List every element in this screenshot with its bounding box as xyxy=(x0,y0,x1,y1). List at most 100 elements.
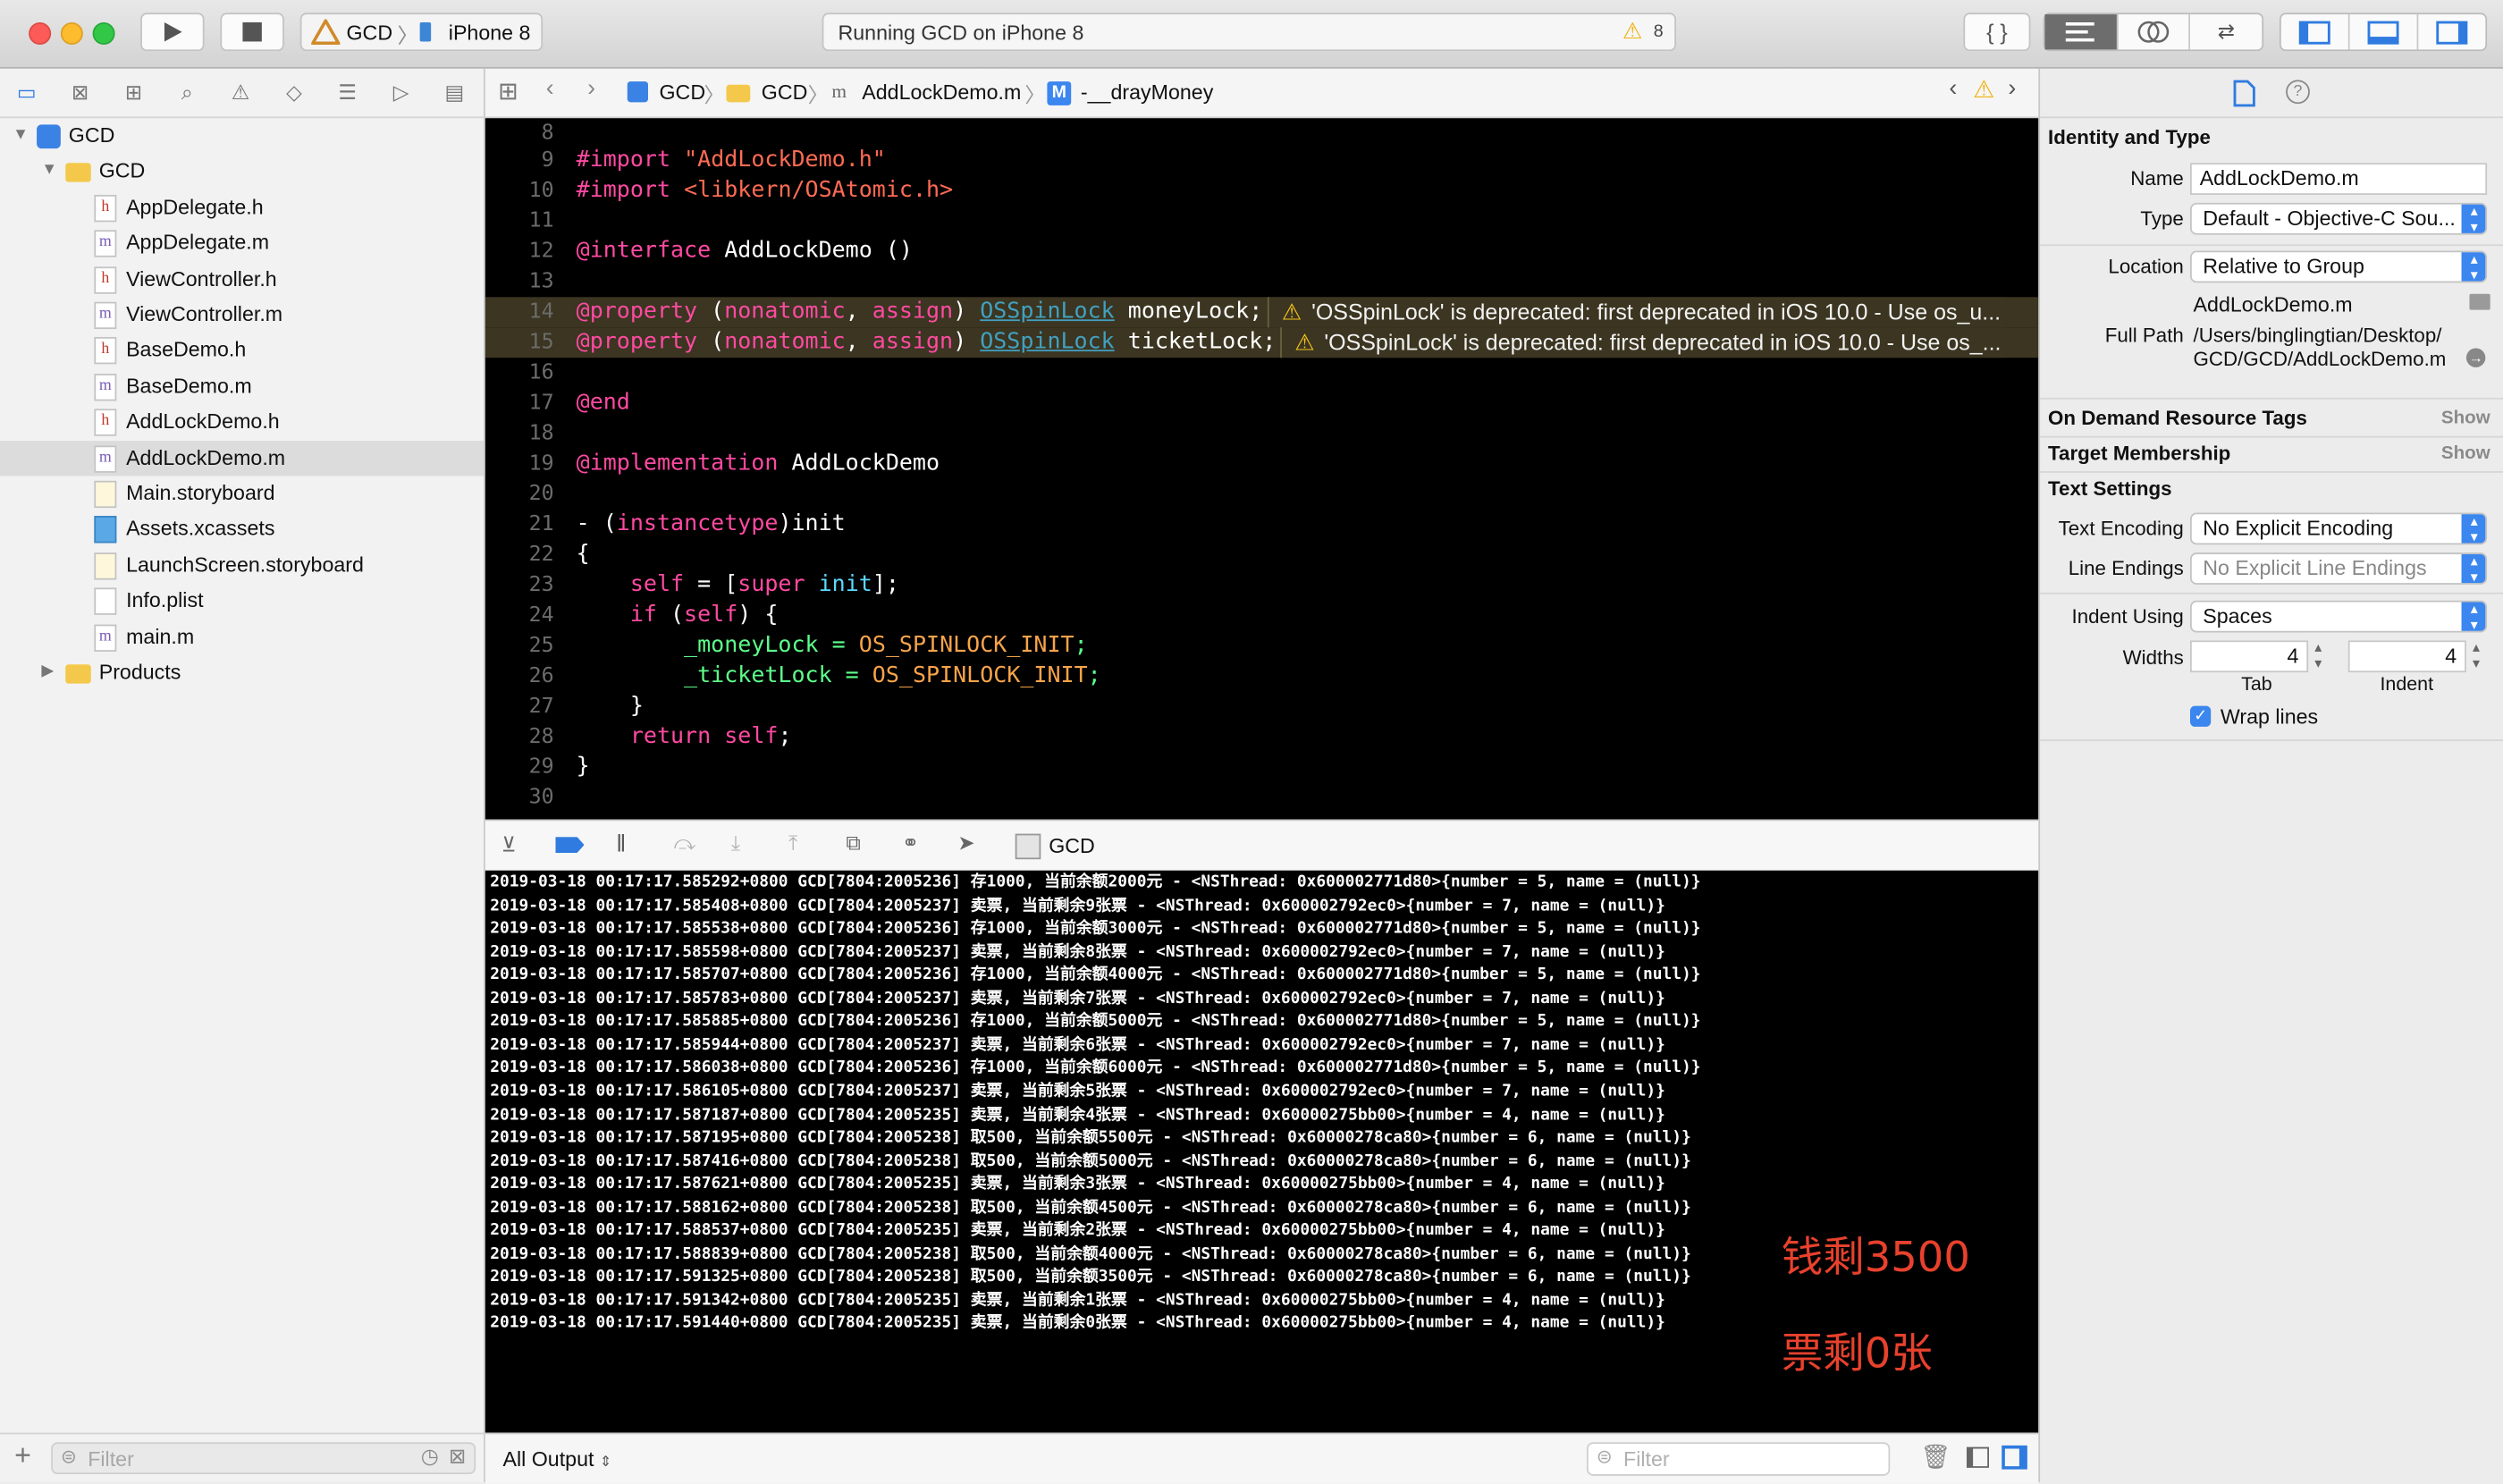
folder-tab-icon[interactable]: ▭ xyxy=(0,80,54,105)
hide-debug-area-icon[interactable]: ⊻ xyxy=(501,832,517,858)
back-arrow-icon[interactable]: ‹ xyxy=(546,75,554,102)
test-tab-icon[interactable]: ◇ xyxy=(267,80,321,105)
tree-item[interactable]: h ViewController.h xyxy=(0,261,484,296)
minimize-window-button[interactable] xyxy=(60,22,83,46)
source-editor[interactable]: 8 9 #import "AddLockDemo.h" 10 #import <li… xyxy=(485,118,2039,820)
trash-icon[interactable]: 🗑 xyxy=(1920,1442,1951,1471)
indent-width-field[interactable]: 4 xyxy=(2347,640,2466,673)
tree-item[interactable]: m AddLockDemo.m xyxy=(0,440,485,476)
add-icon[interactable]: + xyxy=(14,1439,31,1473)
standard-editor-button[interactable] xyxy=(2044,14,2119,50)
breakpoints-toggle-icon[interactable] xyxy=(555,837,585,854)
code-line: 21 - (instancetype)init xyxy=(485,510,2038,540)
pause-icon[interactable]: ‖ xyxy=(616,831,626,857)
file-inspector-icon[interactable] xyxy=(2233,80,2255,107)
location-arrow-icon[interactable]: ➤ xyxy=(957,831,974,856)
endings-popup[interactable]: No Explicit Line Endings ▴ ▾ xyxy=(2189,552,2488,585)
crumb-file[interactable]: AddLockDemo.m xyxy=(862,80,1021,104)
step-over-icon[interactable]: ⤼ xyxy=(674,831,696,856)
tree-item[interactable]: Info.plist xyxy=(0,583,484,618)
view-debugger-icon[interactable]: ⧉ xyxy=(846,831,861,856)
crumb-method[interactable]: -__drayMoney xyxy=(1081,80,1213,104)
tree-item-label: LaunchScreen.storyboard xyxy=(126,552,364,577)
breakpoint-tab-icon[interactable]: ▷ xyxy=(375,80,428,105)
previous-issue-icon[interactable]: ‹ xyxy=(1949,75,1957,102)
scm-filter-icon[interactable]: ⊠ xyxy=(449,1444,466,1470)
show-console-icon[interactable] xyxy=(2002,1445,2027,1470)
report-tab-icon[interactable]: ▤ xyxy=(428,80,482,105)
tab-stepper-icon[interactable]: ▴ ▾ xyxy=(2314,639,2322,671)
related-items-icon[interactable]: ⊞ xyxy=(498,77,518,105)
tree-item[interactable]: m BaseDemo.m xyxy=(0,368,484,403)
wrap-lines-checkbox[interactable]: ✓ xyxy=(2189,705,2212,727)
step-into-icon[interactable]: ⤓ xyxy=(731,831,740,856)
recent-files-icon[interactable]: ◷ xyxy=(421,1444,439,1470)
disclosure-open-icon[interactable]: ▼ xyxy=(41,154,57,189)
inline-warning[interactable]: ⚠ 'OSSpinLock' is deprecated: first depre… xyxy=(1267,297,2007,328)
stop-button[interactable] xyxy=(220,13,284,52)
tree-item[interactable]: ▼ GCD xyxy=(0,154,484,189)
tree-item[interactable]: m ViewController.m xyxy=(0,297,484,332)
tree-item[interactable]: ▼ GCD xyxy=(0,118,484,153)
tree-item[interactable]: LaunchScreen.storyboard xyxy=(0,547,484,582)
folder-icon[interactable] xyxy=(2469,293,2490,310)
debug-tab-icon[interactable]: ☰ xyxy=(321,80,375,105)
disclosure-open-icon[interactable]: ▼ xyxy=(13,118,29,153)
zoom-window-button[interactable] xyxy=(92,22,115,46)
m-file-crumb-icon: m xyxy=(831,80,847,103)
process-label[interactable]: GCD xyxy=(1049,834,1095,858)
toggle-navigator-button[interactable] xyxy=(2281,14,2350,50)
search-tab-icon[interactable]: ⌕ xyxy=(160,80,214,105)
target-show-button[interactable]: Show xyxy=(2441,444,2490,463)
tree-item[interactable]: h AppDelegate.h xyxy=(0,190,484,224)
next-issue-icon[interactable]: › xyxy=(2008,75,2016,102)
type-popup[interactable]: Default - Objective-C Sou... ▴ ▾ xyxy=(2189,202,2488,235)
inline-warning[interactable]: ⚠ 'OSSpinLock' is deprecated: first depre… xyxy=(1280,327,2007,358)
assistant-editor-button[interactable] xyxy=(2118,14,2191,50)
warning-icon[interactable]: ⚠ xyxy=(1622,18,1642,45)
show-variables-icon[interactable] xyxy=(1966,1446,1989,1468)
tree-item[interactable]: h BaseDemo.h xyxy=(0,333,484,367)
navigator-filter-field[interactable]: ⊜ Filter ◷ ⊠ xyxy=(51,1442,476,1475)
console-output[interactable]: 2019-03-18 00:17:17.585292+0800 GCD[7804… xyxy=(485,870,2039,1433)
indent-stepper-icon[interactable]: ▴ ▾ xyxy=(2473,639,2480,671)
name-field[interactable]: AddLockDemo.m xyxy=(2189,163,2488,195)
tree-item[interactable]: Assets.xcassets xyxy=(0,511,484,546)
tree-item[interactable]: Main.storyboard xyxy=(0,476,484,510)
output-selector[interactable]: All Output ⇕ xyxy=(502,1447,611,1471)
tree-item[interactable]: m main.m xyxy=(0,619,484,653)
run-button[interactable] xyxy=(140,13,205,52)
step-out-icon[interactable]: ⤒ xyxy=(788,831,797,856)
close-window-button[interactable] xyxy=(29,22,52,46)
issue-warning-icon[interactable]: ⚠ xyxy=(1973,75,1994,104)
tree-item[interactable]: ▶ Products xyxy=(0,655,484,690)
version-editor-button[interactable]: ⇄ xyxy=(2191,14,2263,49)
reveal-arrow-icon[interactable]: → xyxy=(2465,348,2486,367)
indent-using-popup[interactable]: Spaces ▴ ▾ xyxy=(2189,600,2488,633)
scheme-selector[interactable]: GCD 〉 iPhone 8 xyxy=(299,13,544,52)
toggle-inspector-button[interactable] xyxy=(2418,14,2485,49)
odr-show-button[interactable]: Show xyxy=(2441,409,2490,427)
crumb-project[interactable]: GCD xyxy=(659,80,705,104)
disclosure-closed-icon[interactable]: ▶ xyxy=(41,655,54,690)
forward-arrow-icon[interactable]: › xyxy=(587,75,595,102)
issue-tab-icon[interactable]: ⚠ xyxy=(214,80,267,105)
source-control-tab-icon[interactable]: ⊠ xyxy=(54,80,107,105)
quick-help-icon[interactable]: ? xyxy=(2286,80,2310,105)
toggle-debug-area-button[interactable] xyxy=(2350,14,2419,50)
tree-item[interactable]: m AppDelegate.m xyxy=(0,225,484,260)
line-number: 19 xyxy=(528,451,554,476)
encoding-popup[interactable]: No Explicit Encoding ▴ ▾ xyxy=(2189,512,2488,545)
console-filter-field[interactable]: ⊜ Filter xyxy=(1586,1442,1891,1476)
symbol-tab-icon[interactable]: ⊞ xyxy=(107,80,161,105)
code-text: @implementation AddLockDemo xyxy=(576,450,940,476)
crumb-group[interactable]: GCD xyxy=(762,80,808,104)
memory-graph-icon[interactable]: ⚭ xyxy=(902,831,919,856)
objc-file-icon: m xyxy=(94,373,117,401)
tab-width-field[interactable]: 4 xyxy=(2189,640,2309,673)
warning-count[interactable]: 8 xyxy=(1654,22,1664,41)
filter-icon: ⊜ xyxy=(1596,1445,1613,1468)
library-button[interactable]: { } xyxy=(1963,13,2031,52)
tree-item[interactable]: h AddLockDemo.h xyxy=(0,404,484,439)
location-popup[interactable]: Relative to Group ▴ ▾ xyxy=(2189,250,2488,283)
